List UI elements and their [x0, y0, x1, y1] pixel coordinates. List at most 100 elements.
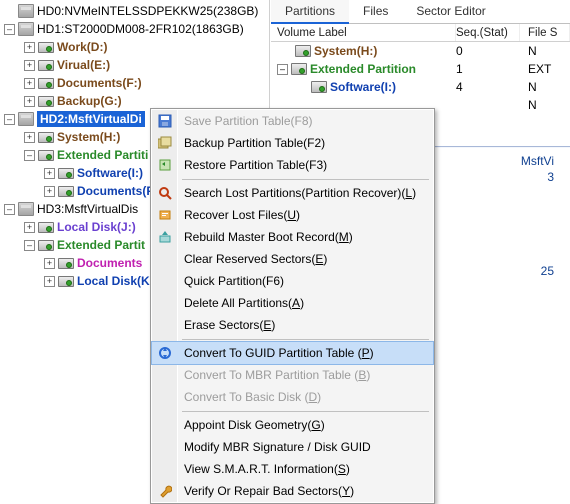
menu-label: Save Partition Table(F8) — [178, 114, 313, 128]
collapse-toggle[interactable]: – — [4, 24, 15, 35]
expand-toggle[interactable]: + — [44, 258, 55, 269]
backup-icon — [152, 132, 178, 154]
recover-icon — [152, 204, 178, 226]
tree-part-work-d[interactable]: + Work(D:) — [2, 38, 269, 56]
partition-label: Documents — [77, 255, 142, 271]
menu-label: Convert To MBR Partition Table (B) — [178, 368, 370, 382]
expand-toggle[interactable]: + — [44, 168, 55, 179]
disk-label: HD3:MsftVirtualDis — [37, 201, 138, 217]
disk-icon — [18, 112, 34, 126]
col-volume-label[interactable]: Volume Label — [271, 24, 456, 41]
menu-convert-to-basic[interactable]: Convert To Basic Disk (D) — [152, 386, 433, 408]
menu-convert-to-guid[interactable]: Convert To GUID Partition Table (P) — [152, 342, 433, 364]
grid-file: EXT — [520, 62, 570, 76]
partition-label: Virual(E:) — [57, 57, 110, 73]
grid-volume-label: Software(I:) — [330, 80, 396, 94]
tab-files[interactable]: Files — [349, 0, 402, 24]
expand-toggle[interactable]: + — [24, 42, 35, 53]
expand-toggle[interactable]: + — [24, 60, 35, 71]
menu-view-smart[interactable]: View S.M.A.R.T. Information(S) — [152, 458, 433, 480]
menu-rebuild-mbr[interactable]: Rebuild Master Boot Record(M) — [152, 226, 433, 248]
disk-icon — [18, 22, 34, 36]
disk-icon — [18, 4, 34, 18]
menu-save-partition-table[interactable]: Save Partition Table(F8) — [152, 110, 433, 132]
tab-sector-editor[interactable]: Sector Editor — [402, 0, 499, 24]
blank-icon — [152, 248, 178, 270]
menu-label: Backup Partition Table(F2) — [178, 136, 325, 150]
grid-seq: 4 — [456, 80, 520, 94]
expand-toggle[interactable]: + — [24, 96, 35, 107]
menu-convert-to-mbr[interactable]: Convert To MBR Partition Table (B) — [152, 364, 433, 386]
menu-verify-bad-sectors[interactable]: Verify Or Repair Bad Sectors(Y) — [152, 480, 433, 502]
collapse-toggle[interactable]: – — [24, 240, 35, 251]
menu-label: Appoint Disk Geometry(G) — [178, 418, 325, 432]
collapse-toggle[interactable]: – — [4, 204, 15, 215]
grid-volume-label: System(H:) — [314, 44, 377, 58]
partition-icon — [58, 186, 74, 197]
partition-icon — [38, 222, 54, 233]
tree-part-virtual-e[interactable]: + Virual(E:) — [2, 56, 269, 74]
tree-part-docs-f[interactable]: + Documents(F:) — [2, 74, 269, 92]
disk-icon — [18, 202, 34, 216]
partition-icon — [58, 258, 74, 269]
restore-icon — [152, 154, 178, 176]
search-icon — [152, 182, 178, 204]
grid-row-software-i[interactable]: Software(I:) 4 N — [271, 78, 570, 96]
partition-icon — [58, 276, 74, 287]
grid-file: N — [520, 98, 570, 112]
tabs: Partitions Files Sector Editor — [271, 0, 570, 24]
grid-row-system-h[interactable]: System(H:) 0 N — [271, 42, 570, 60]
save-icon — [152, 110, 178, 132]
expand-toggle[interactable]: + — [24, 78, 35, 89]
collapse-toggle[interactable]: – — [24, 150, 35, 161]
menu-backup-partition-table[interactable]: Backup Partition Table(F2) — [152, 132, 433, 154]
grid-row-extended[interactable]: – Extended Partition 1 EXT — [271, 60, 570, 78]
expand-toggle[interactable]: + — [44, 186, 55, 197]
menu-label: Rebuild Master Boot Record(M) — [178, 230, 353, 244]
partition-label: Software(I:) — [77, 165, 143, 181]
partition-icon — [38, 150, 54, 161]
partition-label: Documents(F — [77, 183, 154, 199]
disk-label: HD1:ST2000DM008-2FR102(1863GB) — [37, 21, 244, 37]
expand-toggle[interactable]: + — [24, 132, 35, 143]
disk-context-menu: Save Partition Table(F8) Backup Partitio… — [150, 108, 435, 504]
menu-appoint-disk-geometry[interactable]: Appoint Disk Geometry(G) — [152, 414, 433, 436]
expand-toggle[interactable]: + — [24, 222, 35, 233]
collapse-toggle[interactable]: – — [277, 64, 288, 75]
disk-label: HD0:NVMeINTELSSDPEKKW25(238GB) — [37, 3, 258, 19]
grid-file: N — [520, 44, 570, 58]
menu-search-lost-partitions[interactable]: Search Lost Partitions(Partition Recover… — [152, 182, 433, 204]
menu-label: Restore Partition Table(F3) — [178, 158, 327, 172]
grid-file: N — [520, 80, 570, 94]
menu-label: Quick Partition(F6) — [178, 274, 284, 288]
tree-disk-hd0[interactable]: HD0:NVMeINTELSSDPEKKW25(238GB) — [2, 2, 269, 20]
menu-delete-all-partitions[interactable]: Delete All Partitions(A) — [152, 292, 433, 314]
partition-icon — [291, 63, 307, 75]
menu-quick-partition[interactable]: Quick Partition(F6) — [152, 270, 433, 292]
convert-icon — [152, 342, 178, 364]
disk-label: HD2:MsftVirtualDi — [37, 111, 145, 127]
tree-disk-hd1[interactable]: – HD1:ST2000DM008-2FR102(1863GB) — [2, 20, 269, 38]
wrench-icon — [152, 480, 178, 502]
tab-partitions[interactable]: Partitions — [271, 0, 349, 24]
col-file-system[interactable]: File S — [520, 24, 570, 41]
blank-icon — [152, 364, 178, 386]
menu-label: Delete All Partitions(A) — [178, 296, 304, 310]
expand-toggle[interactable]: + — [44, 276, 55, 287]
grid-seq: 0 — [456, 44, 520, 58]
grid-seq: 1 — [456, 62, 520, 76]
blank-icon — [152, 458, 178, 480]
grid-volume-label: Extended Partition — [310, 62, 416, 76]
rebuild-icon — [152, 226, 178, 248]
menu-label: Erase Sectors(E) — [178, 318, 275, 332]
menu-label: Recover Lost Files(U) — [178, 208, 300, 222]
menu-restore-partition-table[interactable]: Restore Partition Table(F3) — [152, 154, 433, 176]
menu-modify-mbr-signature[interactable]: Modify MBR Signature / Disk GUID — [152, 436, 433, 458]
blank-icon — [152, 414, 178, 436]
partition-label: Backup(G:) — [57, 93, 122, 109]
menu-recover-lost-files[interactable]: Recover Lost Files(U) — [152, 204, 433, 226]
menu-erase-sectors[interactable]: Erase Sectors(E) — [152, 314, 433, 336]
collapse-toggle[interactable]: – — [4, 114, 15, 125]
menu-clear-reserved-sectors[interactable]: Clear Reserved Sectors(E) — [152, 248, 433, 270]
col-seq-stat[interactable]: Seq.(Stat) — [456, 24, 520, 41]
